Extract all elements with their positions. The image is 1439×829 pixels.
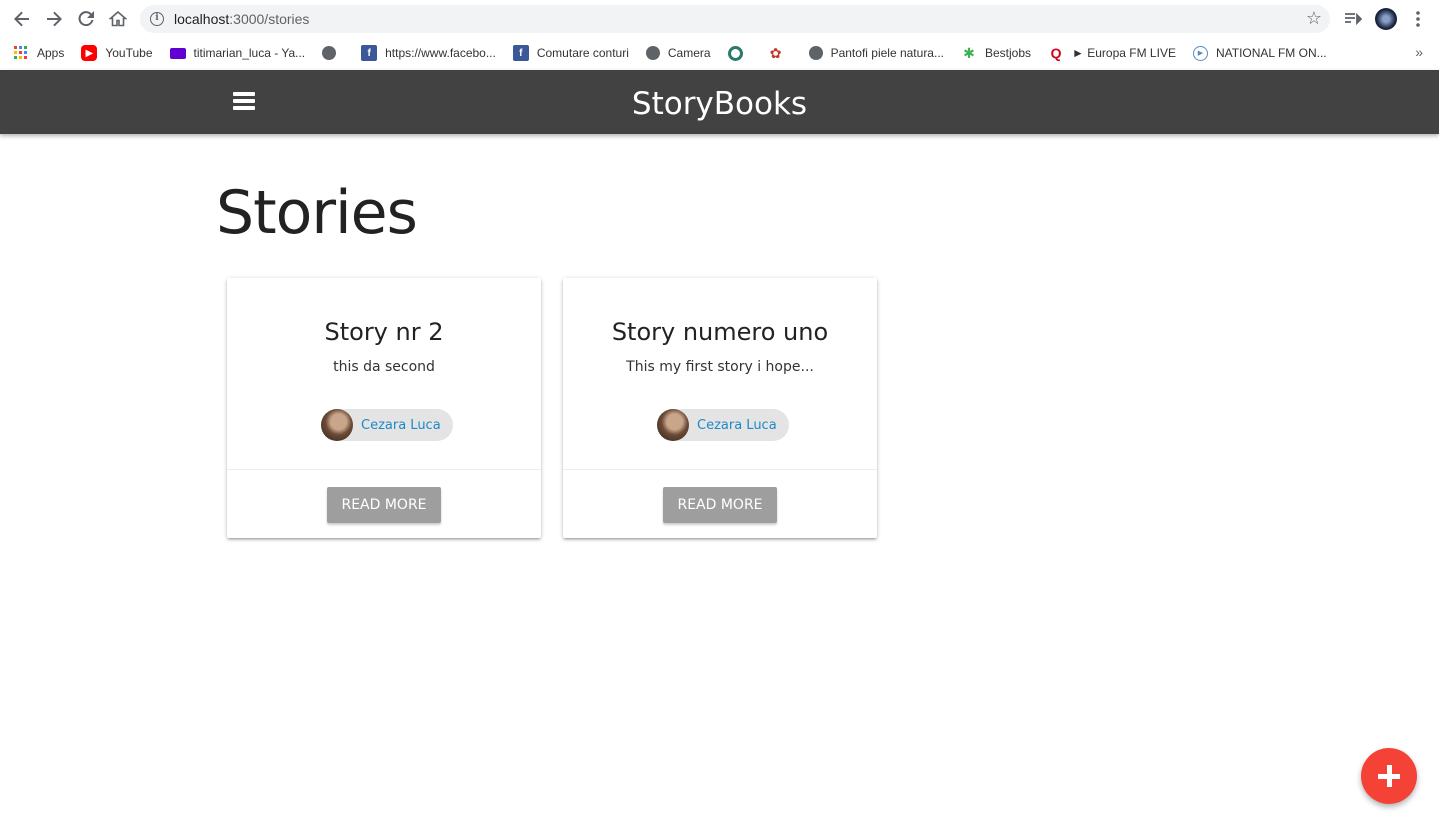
bookmark-comutare-conturi[interactable]: f Comutare conturi [512,45,629,61]
bookmark-label: Camera [667,46,711,60]
bookmark-youtube[interactable]: ▶ YouTube [81,45,153,61]
bookmark-national-fm[interactable]: ▶ NATIONAL FM ON... [1192,45,1327,61]
author-avatar [321,409,353,441]
bookmark-label: Comutare conturi [536,46,629,60]
bookmarks-overflow-icon[interactable]: » [1415,44,1423,60]
author-chip[interactable]: Cezara Luca [657,409,789,441]
europafm-icon: Q [1050,45,1062,61]
card-action: READ MORE [563,471,877,538]
bookmark-pantofi[interactable]: Pantofi piele natura... [808,46,944,60]
bookmark-yahoo-mail[interactable]: titimarian_luca - Ya... [169,46,306,60]
bookmark-label: titimarian_luca - Ya... [193,46,306,60]
bookmark-label: ► Europa FM LIVE [1072,46,1176,60]
globe-icon [322,46,337,60]
story-title: Story nr 2 [324,318,444,346]
bookmark-europafm[interactable]: Q ► Europa FM LIVE [1048,45,1176,61]
bookmark-label: Bestjobs [985,46,1032,60]
card-content: Story nr 2 this da second Cezara Luca [227,278,541,470]
author-name[interactable]: Cezara Luca [697,418,777,433]
forward-arrow-icon[interactable] [42,7,66,31]
yahoo-mail-icon [169,47,186,59]
bookmark-facebook[interactable]: f https://www.facebo... [361,45,496,61]
bookmark-label: YouTube [105,46,153,60]
bookmark-camera[interactable]: Camera [645,46,711,60]
facebook-icon: f [361,45,378,61]
bookmarks-bar: Apps ▶ YouTube titimarian_luca - Ya... f… [0,38,1439,68]
author-chip[interactable]: Cezara Luca [321,409,453,441]
facebook-icon: f [512,45,529,61]
play-circle-icon: ▶ [1192,45,1208,61]
bookmark-apps[interactable]: Apps [13,45,64,61]
author-avatar [657,409,689,441]
url-text: localhost:3000/stories [174,11,310,27]
app-navbar: StoryBooks [0,70,1439,134]
card-action: READ MORE [227,471,541,538]
read-more-button[interactable]: READ MORE [663,487,777,523]
youtube-icon: ▶ [81,45,98,61]
bookmark-label: Pantofi piele natura... [830,46,944,60]
read-more-button[interactable]: READ MORE [327,487,441,523]
menu-kebab-icon[interactable] [1410,7,1426,31]
page-title: Stories [216,178,418,248]
apps-grid-icon [13,45,29,61]
wikimedia-icon [727,45,743,61]
add-story-button[interactable] [1361,748,1417,804]
address-bar[interactable]: i localhost:3000/stories ☆ [140,5,1330,33]
reading-list-icon[interactable] [1344,7,1362,31]
author-name[interactable]: Cezara Luca [361,418,441,433]
bookmark-bestjobs[interactable]: ✱ Bestjobs [961,45,1031,61]
flower-icon: ✿ [769,44,782,61]
browser-toolbar: i localhost:3000/stories ☆ [0,0,1439,38]
reload-icon[interactable] [74,7,98,31]
bookmark-label: https://www.facebo... [385,46,496,60]
story-excerpt: This my first story i hope... [626,359,814,375]
bookmark-star-icon[interactable]: ☆ [1306,8,1322,29]
bookmark-label: Apps [37,46,65,60]
profile-avatar-icon[interactable] [1375,7,1397,31]
home-icon[interactable] [106,7,130,31]
info-icon[interactable]: i [150,12,164,26]
bookmark-flower[interactable]: ✿ [768,45,792,61]
card-content: Story numero uno This my first story i h… [563,278,877,470]
story-excerpt: this da second [333,359,435,375]
story-card: Story numero uno This my first story i h… [563,278,877,538]
globe-icon [808,46,823,60]
back-arrow-icon[interactable] [10,7,34,31]
bookmark-globe[interactable] [322,46,344,60]
story-title: Story numero uno [611,318,829,346]
brand-logo[interactable]: StoryBooks [0,86,1439,122]
bookmark-wikimedia[interactable] [727,45,751,61]
bookmark-label: NATIONAL FM ON... [1215,46,1327,60]
bestjobs-icon: ✱ [963,44,975,61]
story-card: Story nr 2 this da second Cezara Luca RE… [227,278,541,538]
globe-icon [645,46,660,60]
